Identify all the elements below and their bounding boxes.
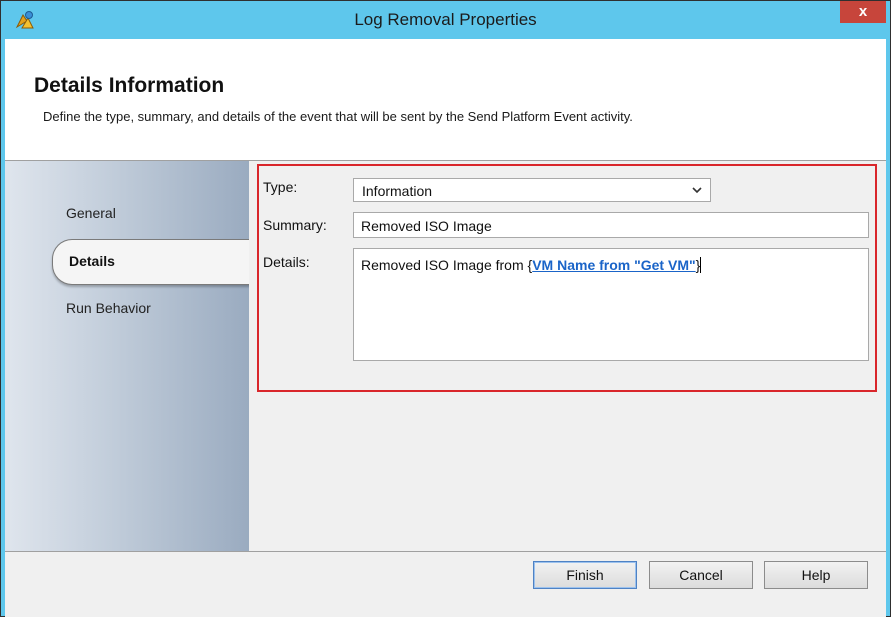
wizard-sidebar: General Details Run Behavior [5, 161, 258, 551]
text-cursor [700, 257, 702, 273]
close-button[interactable]: x [840, 1, 886, 23]
cancel-button[interactable]: Cancel [649, 561, 753, 589]
button-bar: Finish Cancel Help [5, 551, 886, 617]
type-label: Type: [263, 179, 298, 195]
type-dropdown[interactable]: Information [353, 178, 711, 202]
sidebar-item-details[interactable]: Details [52, 239, 258, 285]
chevron-down-icon [692, 187, 702, 194]
window-title: Log Removal Properties [354, 10, 537, 29]
details-textarea[interactable]: Removed ISO Image from {VM Name from "Ge… [353, 248, 869, 361]
summary-value: Removed ISO Image [361, 218, 492, 234]
page-header: Details Information Define the type, sum… [5, 39, 886, 161]
window-frame-right [886, 39, 890, 616]
properties-dialog: Log Removal Properties x Details Informa… [0, 0, 891, 617]
sidebar-item-general[interactable]: General [66, 205, 116, 221]
summary-field[interactable]: Removed ISO Image [353, 212, 869, 238]
published-data-token[interactable]: VM Name from "Get VM" [532, 257, 695, 273]
details-label: Details: [263, 254, 310, 270]
help-button[interactable]: Help [764, 561, 868, 589]
details-text-line: Removed ISO Image from {VM Name from "Ge… [361, 257, 702, 273]
details-prefix-text: Removed ISO Image from [361, 257, 528, 273]
summary-label: Summary: [263, 217, 327, 233]
page-description: Define the type, summary, and details of… [43, 109, 633, 124]
finish-button[interactable]: Finish [533, 561, 637, 589]
page-title: Details Information [34, 74, 225, 97]
sidebar-item-run-behavior[interactable]: Run Behavior [66, 300, 151, 316]
type-selected-value: Information [362, 183, 433, 199]
sidebar-item-label: Details [69, 253, 115, 269]
title-bar: Log Removal Properties x [1, 1, 890, 39]
